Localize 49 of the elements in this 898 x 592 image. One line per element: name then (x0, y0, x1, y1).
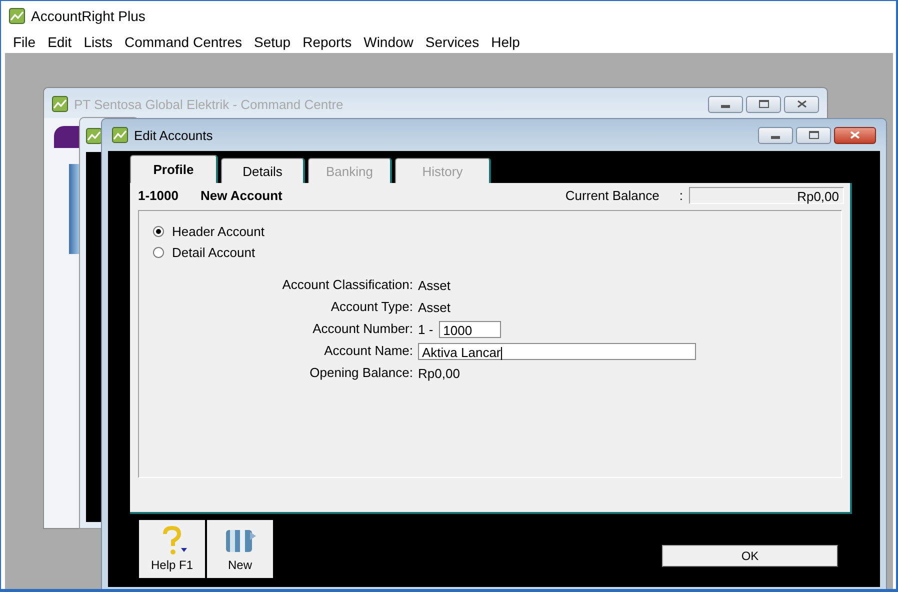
field-label: Account Classification: (281, 276, 413, 294)
field-label: Account Type: (330, 298, 413, 316)
radio-label[interactable]: Detail Account (172, 245, 256, 260)
radio-button[interactable] (153, 226, 164, 237)
toolbar-button[interactable]: New (207, 520, 273, 578)
tab[interactable]: Profile (130, 155, 218, 183)
maximize-button[interactable] (746, 96, 781, 112)
balance-separator: : (679, 188, 683, 203)
close-icon (850, 131, 860, 139)
app-icon (86, 128, 102, 144)
field-value: Asset (418, 300, 451, 314)
maximize-button[interactable] (796, 126, 831, 144)
menu-item[interactable]: Help (491, 34, 520, 50)
close-button[interactable] (834, 126, 876, 144)
menu-item[interactable]: Services (425, 34, 480, 50)
field-value: Asset (418, 278, 451, 292)
radio-button[interactable] (153, 247, 164, 258)
tab[interactable]: Details (221, 158, 305, 183)
menu-item[interactable]: Lists (84, 34, 112, 50)
menu-item[interactable]: Reports (302, 34, 352, 50)
app-icon (9, 8, 25, 24)
field-value: Rp0,00 (418, 366, 460, 380)
field-label: Account Name: (323, 342, 413, 360)
field-label: Account Number: (312, 320, 413, 338)
radio-label[interactable]: Header Account (172, 224, 265, 239)
menu-item[interactable]: Setup (254, 34, 291, 50)
minimize-button[interactable] (758, 126, 793, 144)
field-label: Opening Balance: (308, 364, 413, 382)
app-icon (52, 96, 68, 112)
window-title: PT Sentosa Global Elektrik - Command Centre (74, 96, 344, 112)
close-button[interactable] (784, 96, 819, 112)
window-title: Edit Accounts (134, 128, 213, 142)
account-code: 1-1000 (138, 188, 178, 203)
account-title: New Account (200, 188, 282, 203)
input-field[interactable]: Aktiva Lancar (418, 342, 696, 360)
input-field[interactable]: 1000 (439, 320, 502, 338)
menu-item[interactable]: Edit (48, 34, 72, 50)
balance-field: Rp0,00 (689, 187, 844, 204)
ok-button[interactable]: OK (662, 545, 838, 567)
app-icon (112, 127, 128, 143)
menu-item[interactable]: Command Centres (124, 34, 242, 50)
toolbar-button[interactable]: Help F1 (139, 520, 205, 578)
minimize-button[interactable] (708, 96, 743, 112)
menu-item[interactable]: File (13, 34, 36, 50)
menu-item[interactable]: Window (364, 34, 414, 50)
app-title: AccountRight Plus (31, 8, 146, 24)
close-icon (796, 100, 806, 108)
number-prefix: 1 - (418, 322, 434, 336)
balance-label: Current Balance (565, 188, 660, 203)
